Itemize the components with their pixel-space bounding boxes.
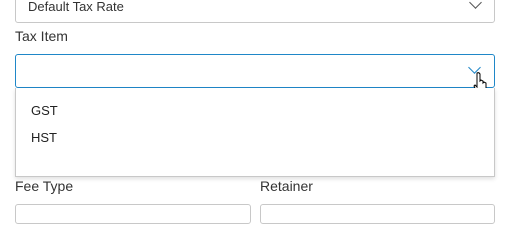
- chevron-down-icon: [469, 0, 482, 9]
- tax-item-select[interactable]: [15, 54, 495, 88]
- option-gst[interactable]: GST: [16, 98, 494, 124]
- default-tax-value: Default Tax Rate: [28, 0, 124, 14]
- option-hst[interactable]: HST: [16, 125, 494, 151]
- retainer-field[interactable]: [260, 204, 495, 224]
- default-tax-select[interactable]: Default Tax Rate: [15, 0, 495, 23]
- tax-item-dropdown: GST HST: [15, 88, 495, 177]
- fee-type-label: Fee Type: [15, 178, 74, 194]
- retainer-label: Retainer: [260, 178, 313, 194]
- fee-type-field[interactable]: [15, 204, 251, 224]
- tax-item-label: Tax Item: [15, 28, 68, 44]
